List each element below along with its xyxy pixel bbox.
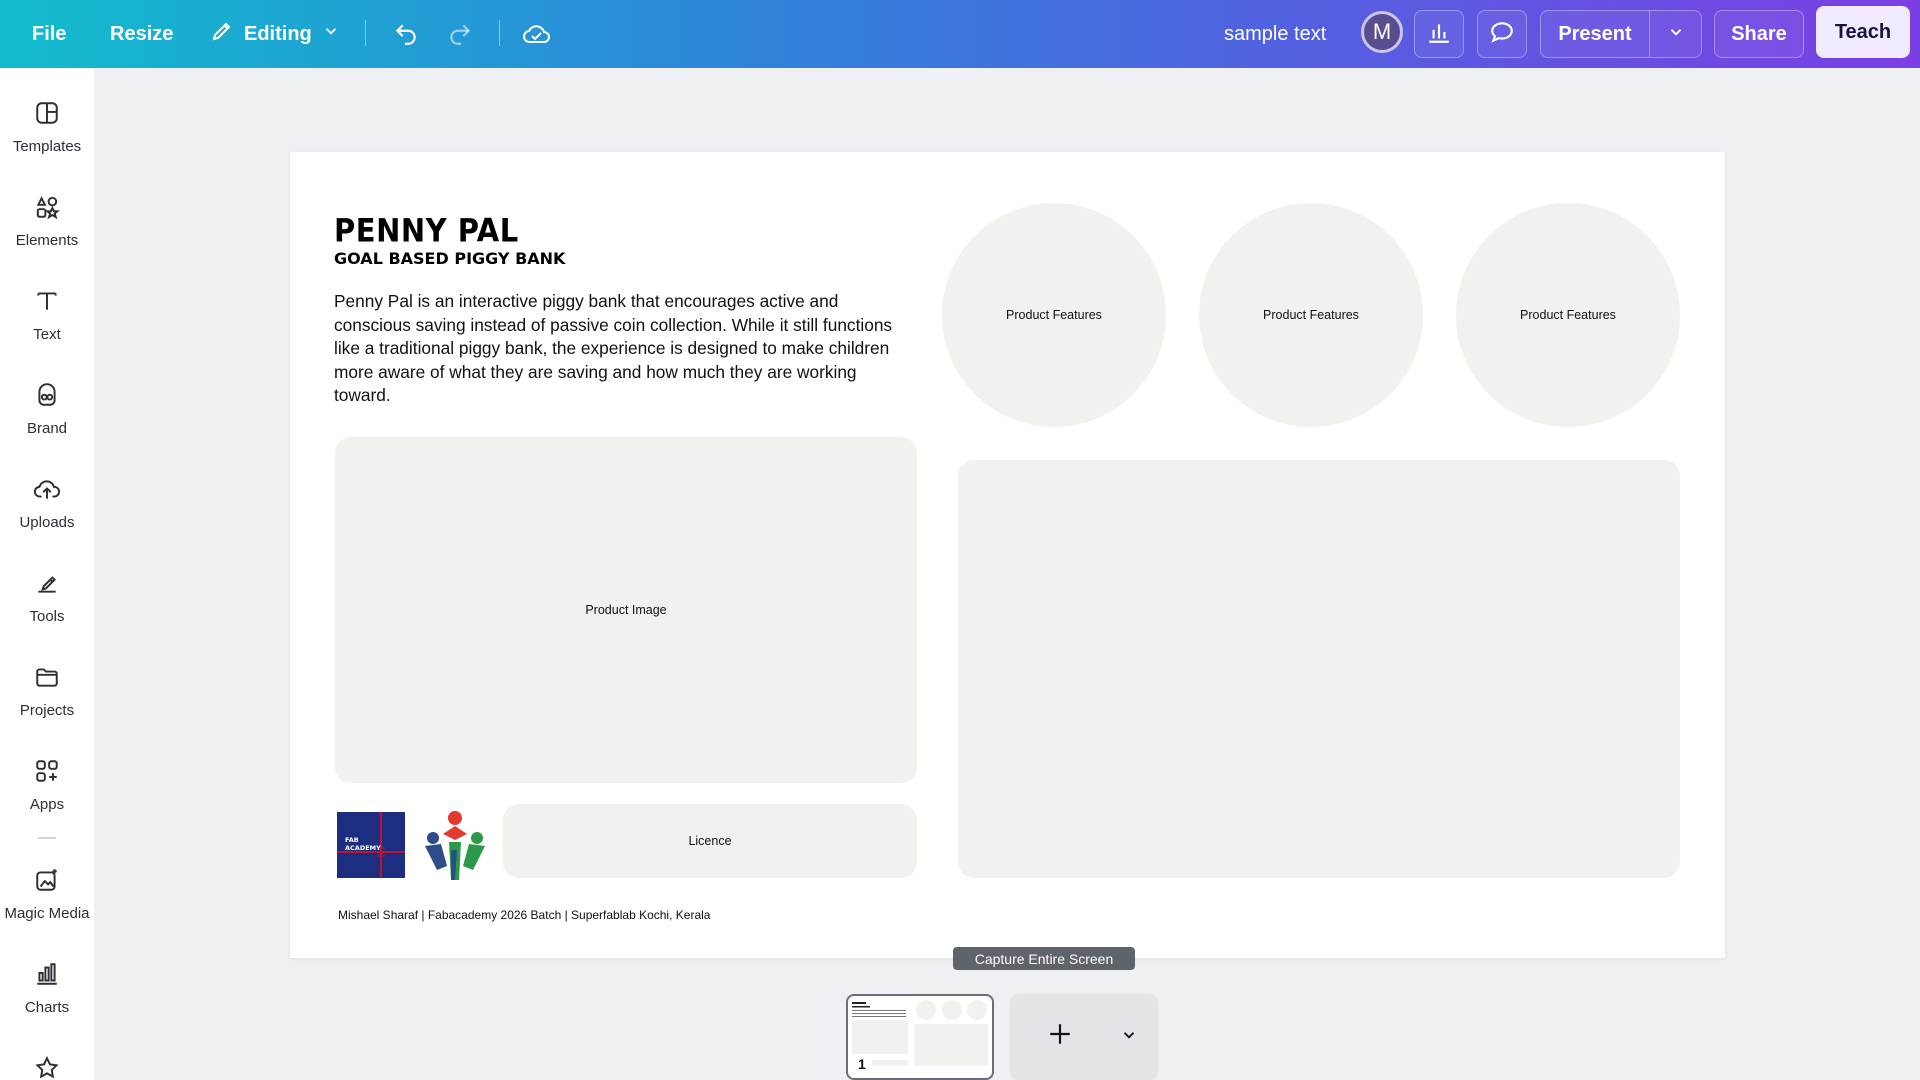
- sidebar-item-text[interactable]: Text: [0, 286, 94, 343]
- fab-academy-logo[interactable]: FAB ACADEMY: [337, 812, 405, 878]
- feature-label: Product Features: [1520, 308, 1616, 322]
- sidebar-divider: [38, 837, 56, 839]
- sidebar-item-charts[interactable]: Charts: [0, 959, 94, 1016]
- left-sidebar: Templates Elements Text Brand Uploads To…: [0, 68, 94, 1080]
- undo-icon[interactable]: [384, 12, 428, 56]
- sidebar-item-apps[interactable]: Apps: [0, 756, 94, 813]
- chevron-down-icon: [1120, 1026, 1138, 1049]
- sidebar-item-magic-media[interactable]: Magic Media: [0, 865, 94, 922]
- avatar[interactable]: M: [1361, 11, 1403, 53]
- kids-org-logo[interactable]: [421, 810, 489, 882]
- sidebar-item-label: Uploads: [19, 514, 75, 531]
- page-number: 1: [858, 1056, 866, 1072]
- feature-label: Product Features: [1263, 308, 1359, 322]
- bar-chart-icon: [1426, 19, 1452, 50]
- toolbar-divider: [365, 20, 366, 46]
- present-options-button[interactable]: [1650, 10, 1702, 58]
- product-image-label: Product Image: [585, 603, 667, 617]
- file-menu-button[interactable]: File: [18, 12, 80, 56]
- design-title[interactable]: sample text: [1210, 12, 1340, 56]
- design-page[interactable]: PENNY PAL GOAL BASED PIGGY BANK Penny Pa…: [290, 152, 1725, 958]
- add-page-button[interactable]: [1040, 1016, 1080, 1056]
- sidebar-item-label: Charts: [24, 999, 70, 1016]
- add-page-options-button[interactable]: [1114, 1022, 1144, 1052]
- star-icon: [32, 1053, 62, 1080]
- projects-icon: [32, 662, 62, 692]
- sidebar-item-label: Apps: [29, 796, 65, 813]
- feature-circle-3[interactable]: Product Features: [1456, 203, 1680, 427]
- brand-icon: [32, 380, 62, 410]
- present-button[interactable]: Present: [1540, 10, 1650, 58]
- add-page-control: [1010, 994, 1158, 1080]
- sidebar-item-label: Magic Media: [4, 905, 90, 922]
- page-thumbnail[interactable]: 1: [846, 994, 994, 1080]
- comments-button[interactable]: [1477, 10, 1527, 58]
- sidebar-item-tools[interactable]: Tools: [0, 568, 94, 625]
- pencil-icon: [210, 19, 234, 49]
- sidebar-item-projects[interactable]: Projects: [0, 662, 94, 719]
- sidebar-item-starred[interactable]: [0, 1053, 94, 1080]
- toolbar-divider: [499, 20, 500, 46]
- templates-icon: [32, 98, 62, 128]
- chevron-down-icon: [1667, 23, 1685, 46]
- sidebar-item-label: Elements: [15, 232, 79, 249]
- cloud-saved-icon[interactable]: [515, 12, 559, 56]
- sidebar-item-elements[interactable]: Elements: [0, 192, 94, 249]
- sidebar-item-label: Brand: [26, 420, 68, 437]
- footer-credit[interactable]: Mishael Sharaf | Fabacademy 2026 Batch |…: [338, 908, 710, 922]
- licence-placeholder[interactable]: Licence: [503, 804, 917, 878]
- product-image-placeholder[interactable]: Product Image: [335, 437, 917, 783]
- insights-button[interactable]: [1414, 10, 1464, 58]
- editing-label: Editing: [244, 22, 312, 45]
- teach-button[interactable]: Teach: [1816, 6, 1910, 58]
- page-title[interactable]: PENNY PAL: [334, 212, 519, 249]
- capture-screen-tooltip: Capture Entire Screen: [953, 947, 1135, 970]
- feature-circle-1[interactable]: Product Features: [942, 203, 1166, 427]
- sidebar-item-label: Projects: [19, 702, 75, 719]
- top-toolbar: File Resize Editing sample text M Presen…: [0, 0, 1920, 68]
- description-text[interactable]: Penny Pal is an interactive piggy bank t…: [334, 290, 914, 408]
- elements-icon: [32, 192, 62, 222]
- magic-media-icon: [32, 865, 62, 895]
- sidebar-item-label: Text: [33, 326, 61, 343]
- page-subtitle[interactable]: GOAL BASED PIGGY BANK: [334, 249, 565, 268]
- tools-icon: [32, 568, 62, 598]
- editing-mode-button[interactable]: Editing: [196, 12, 354, 56]
- large-image-placeholder[interactable]: [958, 460, 1680, 878]
- comment-icon: [1489, 19, 1515, 50]
- thumbnail-preview: [852, 1000, 988, 1066]
- svg-text:ACADEMY: ACADEMY: [345, 844, 381, 852]
- feature-label: Product Features: [1006, 308, 1102, 322]
- licence-label: Licence: [688, 834, 732, 848]
- resize-button[interactable]: Resize: [96, 12, 187, 56]
- sidebar-item-uploads[interactable]: Uploads: [0, 474, 94, 531]
- sidebar-item-brand[interactable]: Brand: [0, 380, 94, 437]
- redo-icon[interactable]: [438, 12, 482, 56]
- sidebar-item-label: Templates: [12, 138, 82, 155]
- uploads-icon: [32, 474, 62, 504]
- apps-icon: [32, 756, 62, 786]
- feature-circle-2[interactable]: Product Features: [1199, 203, 1423, 427]
- sidebar-item-templates[interactable]: Templates: [0, 98, 94, 155]
- chevron-down-icon: [322, 22, 340, 46]
- share-button[interactable]: Share: [1714, 10, 1804, 58]
- sidebar-item-label: Tools: [29, 608, 65, 625]
- text-icon: [32, 286, 62, 316]
- svg-text:FAB: FAB: [345, 836, 359, 844]
- charts-icon: [32, 959, 62, 989]
- plus-icon: [1047, 1021, 1073, 1052]
